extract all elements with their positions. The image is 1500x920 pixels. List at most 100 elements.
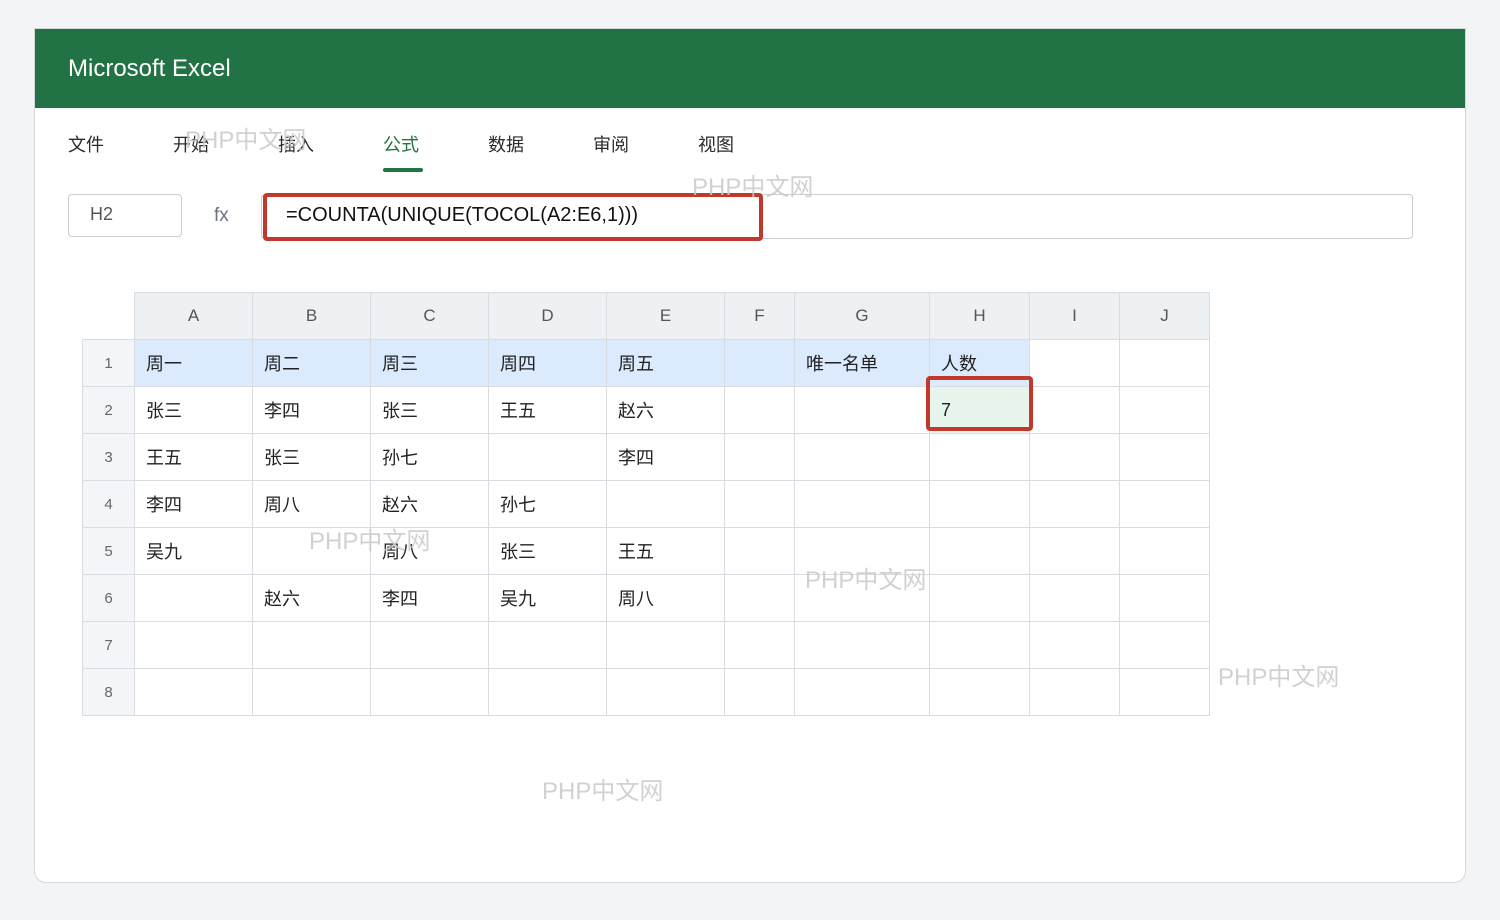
cell-a5[interactable]: 吴九 — [134, 527, 253, 575]
tab-formulas[interactable]: 公式 — [383, 131, 488, 172]
column-header-d[interactable]: D — [488, 292, 607, 340]
cell-i5[interactable] — [1029, 527, 1120, 575]
cell-e6[interactable]: 周八 — [606, 574, 725, 622]
cell-d8[interactable] — [488, 668, 607, 716]
cell-e3[interactable]: 李四 — [606, 433, 725, 481]
cell-g8[interactable] — [794, 668, 930, 716]
cell-h4[interactable] — [929, 480, 1030, 528]
cell-h2-selected[interactable]: 7 — [929, 386, 1030, 434]
cell-j7[interactable] — [1119, 621, 1210, 669]
row-header[interactable]: 3 — [82, 433, 135, 481]
cell-a2[interactable]: 张三 — [134, 386, 253, 434]
column-header-g[interactable]: G — [794, 292, 930, 340]
row-header[interactable]: 2 — [82, 386, 135, 434]
row-header[interactable]: 4 — [82, 480, 135, 528]
cell-e8[interactable] — [606, 668, 725, 716]
cell-g6[interactable] — [794, 574, 930, 622]
cell-i2[interactable] — [1029, 386, 1120, 434]
cell-c7[interactable] — [370, 621, 489, 669]
cell-g2[interactable] — [794, 386, 930, 434]
cell-j4[interactable] — [1119, 480, 1210, 528]
cell-c3[interactable]: 孙七 — [370, 433, 489, 481]
cell-b4[interactable]: 周八 — [252, 480, 371, 528]
row-header[interactable]: 7 — [82, 621, 135, 669]
cell-i6[interactable] — [1029, 574, 1120, 622]
formula-input[interactable]: =COUNTA(UNIQUE(TOCOL(A2:E6,1))) — [261, 194, 1413, 239]
cell-f4[interactable] — [724, 480, 795, 528]
column-header-b[interactable]: B — [252, 292, 371, 340]
column-header-h[interactable]: H — [929, 292, 1030, 340]
cell-c8[interactable] — [370, 668, 489, 716]
cell-e2[interactable]: 赵六 — [606, 386, 725, 434]
tab-file[interactable]: 文件 — [68, 131, 173, 171]
cell-a3[interactable]: 王五 — [134, 433, 253, 481]
tab-data[interactable]: 数据 — [488, 131, 593, 171]
cell-e4[interactable] — [606, 480, 725, 528]
cell-c2[interactable]: 张三 — [370, 386, 489, 434]
cell-e5[interactable]: 王五 — [606, 527, 725, 575]
cell-h1[interactable]: 人数 — [929, 339, 1030, 387]
cell-a4[interactable]: 李四 — [134, 480, 253, 528]
column-header-c[interactable]: C — [370, 292, 489, 340]
cell-a6[interactable] — [134, 574, 253, 622]
cell-h6[interactable] — [929, 574, 1030, 622]
cell-e1[interactable]: 周五 — [606, 339, 725, 387]
cell-c1[interactable]: 周三 — [370, 339, 489, 387]
cell-d3[interactable] — [488, 433, 607, 481]
column-header-e[interactable]: E — [606, 292, 725, 340]
cell-g3[interactable] — [794, 433, 930, 481]
cell-g4[interactable] — [794, 480, 930, 528]
tab-home[interactable]: 开始 — [173, 131, 278, 171]
cell-g7[interactable] — [794, 621, 930, 669]
cell-h5[interactable] — [929, 527, 1030, 575]
cell-c5[interactable]: 周八 — [370, 527, 489, 575]
cell-g5[interactable] — [794, 527, 930, 575]
cell-i8[interactable] — [1029, 668, 1120, 716]
column-header-j[interactable]: J — [1119, 292, 1210, 340]
column-header-f[interactable]: F — [724, 292, 795, 340]
cell-i4[interactable] — [1029, 480, 1120, 528]
cell-f3[interactable] — [724, 433, 795, 481]
cell-i3[interactable] — [1029, 433, 1120, 481]
cell-a8[interactable] — [134, 668, 253, 716]
row-header[interactable]: 8 — [82, 668, 135, 716]
cell-b7[interactable] — [252, 621, 371, 669]
cell-f7[interactable] — [724, 621, 795, 669]
cell-b8[interactable] — [252, 668, 371, 716]
cell-b2[interactable]: 李四 — [252, 386, 371, 434]
column-header-a[interactable]: A — [134, 292, 253, 340]
tab-review[interactable]: 审阅 — [593, 131, 698, 171]
cell-i7[interactable] — [1029, 621, 1120, 669]
cell-f8[interactable] — [724, 668, 795, 716]
cell-f6[interactable] — [724, 574, 795, 622]
cell-j1[interactable] — [1119, 339, 1210, 387]
tab-view[interactable]: 视图 — [698, 131, 803, 171]
cell-e7[interactable] — [606, 621, 725, 669]
cell-j6[interactable] — [1119, 574, 1210, 622]
cell-a7[interactable] — [134, 621, 253, 669]
cell-f5[interactable] — [724, 527, 795, 575]
cell-f1[interactable] — [724, 339, 795, 387]
cell-b1[interactable]: 周二 — [252, 339, 371, 387]
cell-h7[interactable] — [929, 621, 1030, 669]
tab-insert[interactable]: 插入 — [278, 131, 383, 171]
cell-b3[interactable]: 张三 — [252, 433, 371, 481]
cell-f2[interactable] — [724, 386, 795, 434]
cell-d1[interactable]: 周四 — [488, 339, 607, 387]
cell-d2[interactable]: 王五 — [488, 386, 607, 434]
cell-j3[interactable] — [1119, 433, 1210, 481]
row-header[interactable]: 6 — [82, 574, 135, 622]
column-header-i[interactable]: I — [1029, 292, 1120, 340]
cell-c4[interactable]: 赵六 — [370, 480, 489, 528]
cell-j5[interactable] — [1119, 527, 1210, 575]
cell-a1[interactable]: 周一 — [134, 339, 253, 387]
cell-c6[interactable]: 李四 — [370, 574, 489, 622]
cell-j2[interactable] — [1119, 386, 1210, 434]
cell-b6[interactable]: 赵六 — [252, 574, 371, 622]
cell-d7[interactable] — [488, 621, 607, 669]
cell-h8[interactable] — [929, 668, 1030, 716]
cell-d5[interactable]: 张三 — [488, 527, 607, 575]
cell-h3[interactable] — [929, 433, 1030, 481]
row-header[interactable]: 1 — [82, 339, 135, 387]
name-box[interactable]: H2 — [68, 194, 182, 237]
